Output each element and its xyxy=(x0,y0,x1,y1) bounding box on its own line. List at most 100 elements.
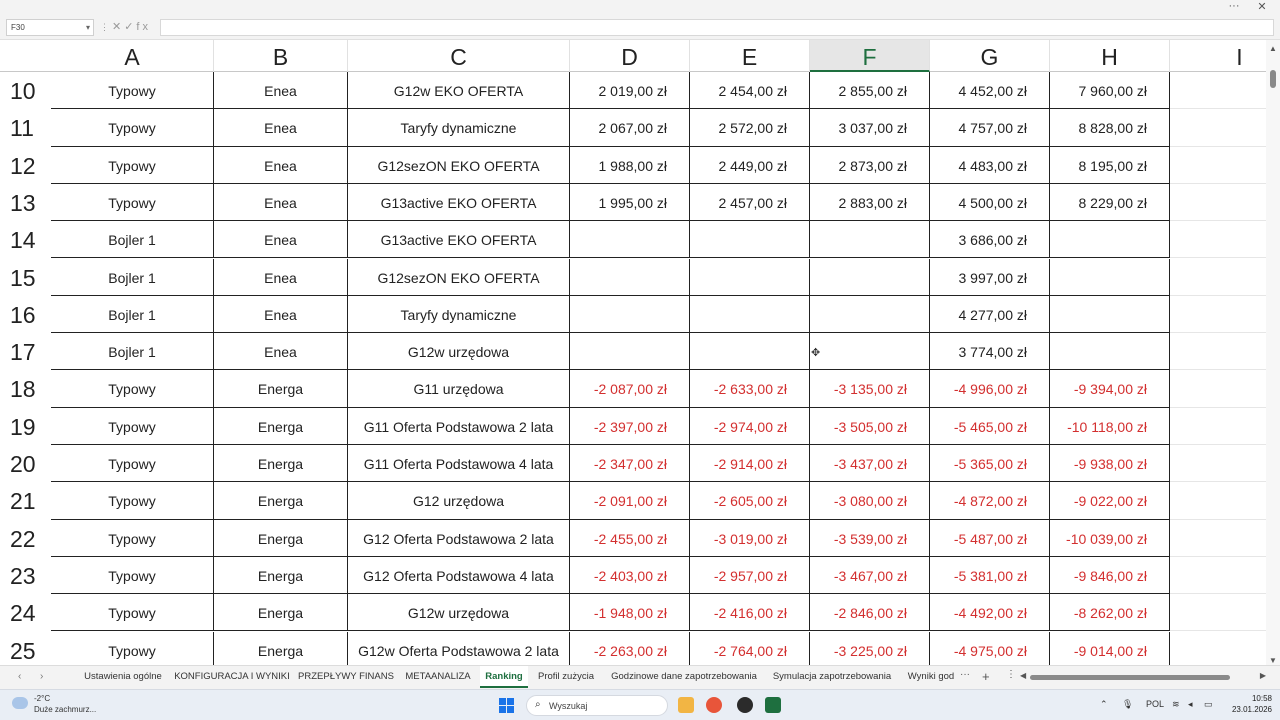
row-header[interactable]: 21 xyxy=(0,482,51,519)
tab-next-icon[interactable]: › xyxy=(40,671,43,682)
cell-b15[interactable]: Enea xyxy=(214,258,348,296)
row-header[interactable]: 12 xyxy=(0,147,51,184)
battery-icon[interactable]: ▭ xyxy=(1204,699,1213,710)
row-header[interactable]: 18 xyxy=(0,370,51,407)
cell-h14[interactable] xyxy=(1050,221,1170,259)
cell-b25[interactable]: Energa xyxy=(214,631,348,665)
excel-icon[interactable] xyxy=(765,697,781,713)
cell-f20[interactable]: -3 437,00 zł xyxy=(810,445,930,483)
cell-c23[interactable]: G12 Oferta Podstawowa 4 lata xyxy=(348,556,570,595)
cell-i11[interactable] xyxy=(1170,109,1266,147)
firefox-icon[interactable] xyxy=(706,697,722,713)
cell-a17[interactable]: Bojler 1 xyxy=(51,333,214,371)
cell-f10[interactable]: 2 855,00 zł xyxy=(810,72,930,110)
cell-c21[interactable]: G12 urzędowa xyxy=(348,482,570,520)
column-header-h[interactable]: H xyxy=(1050,40,1170,72)
cell-h22[interactable]: -10 039,00 zł xyxy=(1050,519,1170,557)
row-header[interactable]: 16 xyxy=(0,296,51,333)
sheet-tab-przepływy-finans[interactable]: PRZEPŁYWY FINANS xyxy=(296,666,396,688)
cell-a10[interactable]: Typowy xyxy=(51,72,214,110)
cell-i22[interactable] xyxy=(1170,520,1266,557)
cell-c22[interactable]: G12 Oferta Podstawowa 2 lata xyxy=(348,519,570,557)
cell-a21[interactable]: Typowy xyxy=(51,482,214,520)
cell-c25[interactable]: G12w Oferta Podstawowa 2 lata xyxy=(348,631,570,665)
cell-f13[interactable]: 2 883,00 zł xyxy=(810,183,930,222)
more-tabs-icon[interactable]: ··· xyxy=(960,669,970,680)
column-header-c[interactable]: C xyxy=(348,40,570,72)
row-header[interactable]: 14 xyxy=(0,221,51,258)
cell-h12[interactable]: 8 195,00 zł xyxy=(1050,146,1170,184)
cell-e18[interactable]: -2 633,00 zł xyxy=(690,370,810,408)
cell-h18[interactable]: -9 394,00 zł xyxy=(1050,370,1170,408)
cell-i12[interactable] xyxy=(1170,147,1266,184)
cell-d10[interactable]: 2 019,00 zł xyxy=(570,72,690,110)
cell-g21[interactable]: -4 872,00 zł xyxy=(930,482,1050,520)
cell-i20[interactable] xyxy=(1170,445,1266,483)
app-icon[interactable] xyxy=(737,697,753,713)
weather-temperature[interactable]: -2°C xyxy=(34,694,50,703)
cell-d19[interactable]: -2 397,00 zł xyxy=(570,407,690,445)
row-header[interactable]: 23 xyxy=(0,557,51,594)
cell-g17[interactable]: 3 774,00 zł xyxy=(930,333,1050,371)
cell-d22[interactable]: -2 455,00 zł xyxy=(570,519,690,557)
cell-i21[interactable] xyxy=(1170,482,1266,520)
cell-g18[interactable]: -4 996,00 zł xyxy=(930,370,1050,408)
column-header-f[interactable]: F xyxy=(810,40,930,72)
sheet-tab-wyniki-god[interactable]: Wyniki god xyxy=(900,666,962,688)
cell-e13[interactable]: 2 457,00 zł xyxy=(690,183,810,222)
cell-d14[interactable] xyxy=(570,221,690,259)
cell-h23[interactable]: -9 846,00 zł xyxy=(1050,556,1170,595)
cell-i19[interactable] xyxy=(1170,408,1266,445)
cell-h10[interactable]: 7 960,00 zł xyxy=(1050,72,1170,110)
cell-b20[interactable]: Energa xyxy=(214,445,348,483)
cell-d11[interactable]: 2 067,00 zł xyxy=(570,109,690,147)
cell-b13[interactable]: Enea xyxy=(214,183,348,222)
language-indicator[interactable]: POL xyxy=(1146,699,1164,709)
row-header[interactable]: 24 xyxy=(0,594,51,631)
cell-i23[interactable] xyxy=(1170,557,1266,595)
sheet-tab-godzinowe-dane-zapotrzebowania[interactable]: Godzinowe dane zapotrzebowania xyxy=(604,666,764,688)
cell-g16[interactable]: 4 277,00 zł xyxy=(930,295,1050,334)
column-header-g[interactable]: G xyxy=(930,40,1050,72)
speaker-icon[interactable]: ◂ xyxy=(1188,699,1193,710)
row-header[interactable]: 22 xyxy=(0,520,51,557)
cell-g25[interactable]: -4 975,00 zł xyxy=(930,631,1050,665)
cell-b18[interactable]: Energa xyxy=(214,370,348,408)
formula-input[interactable] xyxy=(160,19,1274,36)
cell-a16[interactable]: Bojler 1 xyxy=(51,295,214,334)
sheet-tab-symulacja-zapotrzebowania[interactable]: Symulacja zapotrzebowania xyxy=(766,666,898,688)
cell-d20[interactable]: -2 347,00 zł xyxy=(570,445,690,483)
cell-h21[interactable]: -9 022,00 zł xyxy=(1050,482,1170,520)
clock-date[interactable]: 23.01.2026 xyxy=(1222,705,1272,714)
sheet-tab-ustawienia-ogólne[interactable]: Ustawienia ogólne xyxy=(76,666,170,688)
cell-c14[interactable]: G13active EKO OFERTA xyxy=(348,221,570,259)
cell-e15[interactable] xyxy=(690,258,810,296)
cell-c19[interactable]: G11 Oferta Podstawowa 2 lata xyxy=(348,407,570,445)
sheet-tab-ranking[interactable]: Ranking xyxy=(480,666,528,688)
clock-time[interactable]: 10:58 xyxy=(1232,694,1272,703)
name-box[interactable]: F30 ▾ xyxy=(6,19,94,36)
cell-g12[interactable]: 4 483,00 zł xyxy=(930,146,1050,184)
cell-c15[interactable]: G12sezON EKO OFERTA xyxy=(348,258,570,296)
cell-c16[interactable]: Taryfy dynamiczne xyxy=(348,295,570,334)
cell-d16[interactable] xyxy=(570,295,690,334)
scroll-left-icon[interactable]: ◀ xyxy=(1020,671,1026,680)
cell-a12[interactable]: Typowy xyxy=(51,146,214,184)
cell-b21[interactable]: Energa xyxy=(214,482,348,520)
weather-icon[interactable] xyxy=(12,697,28,709)
cell-e21[interactable]: -2 605,00 zł xyxy=(690,482,810,520)
cell-d18[interactable]: -2 087,00 zł xyxy=(570,370,690,408)
cell-c10[interactable]: G12w EKO OFERTA xyxy=(348,72,570,110)
cell-e24[interactable]: -2 416,00 zł xyxy=(690,594,810,632)
cell-f19[interactable]: -3 505,00 zł xyxy=(810,407,930,445)
row-header[interactable]: 25 xyxy=(0,632,51,666)
cell-i13[interactable] xyxy=(1170,184,1266,222)
cell-f16[interactable] xyxy=(810,295,930,334)
cell-f18[interactable]: -3 135,00 zł xyxy=(810,370,930,408)
column-header-b[interactable]: B xyxy=(214,40,348,72)
cell-a13[interactable]: Typowy xyxy=(51,183,214,222)
cell-f21[interactable]: -3 080,00 zł xyxy=(810,482,930,520)
cell-f14[interactable] xyxy=(810,221,930,259)
cell-i17[interactable] xyxy=(1170,333,1266,371)
cell-d25[interactable]: -2 263,00 zł xyxy=(570,631,690,665)
